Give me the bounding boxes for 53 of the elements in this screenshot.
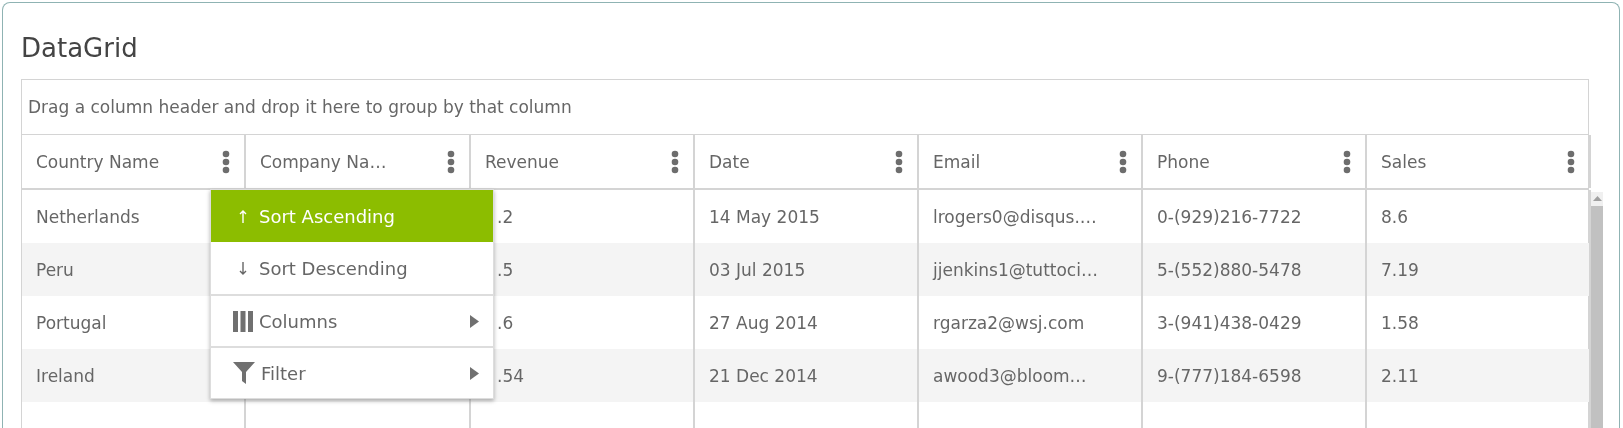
submenu-arrow-icon — [470, 314, 479, 328]
table-cell: awood3@bloom… — [933, 365, 1087, 386]
arrow-down-icon — [239, 261, 247, 275]
columns-icon — [233, 310, 253, 332]
table-cell: 5-(552)880-5478 — [1157, 259, 1302, 280]
table-cell: Ireland — [36, 365, 95, 386]
column-menu-icon[interactable] — [1567, 149, 1575, 174]
table-cell: 21 Dec 2014 — [709, 365, 818, 386]
table-cell: 03 Jul 2015 — [709, 259, 806, 280]
column-header[interactable]: Sales — [1367, 135, 1591, 188]
table-cell: 0-(929)216-7722 — [1157, 206, 1302, 227]
column-header-label: Phone — [1157, 151, 1210, 172]
table-cell: .5 — [497, 259, 514, 280]
group-panel: Drag a column header and drop it here to group by that column — [22, 80, 1588, 135]
column-header-label: Email — [933, 151, 981, 172]
table-cell: 3-(941)438-0429 — [1157, 312, 1302, 333]
filter-icon — [233, 362, 255, 384]
column-header[interactable]: Date — [695, 135, 919, 188]
column-menu-icon[interactable] — [1343, 149, 1351, 174]
column-menu-icon[interactable] — [222, 149, 230, 174]
table-cell: Portugal — [36, 312, 107, 333]
column-header[interactable]: Email — [919, 135, 1143, 188]
table-cell: jjenkins1@tuttoci… — [933, 259, 1098, 280]
column-header[interactable]: Phone — [1143, 135, 1367, 188]
menu-item[interactable]: Columns — [211, 294, 493, 346]
column-menu-icon[interactable] — [895, 149, 903, 174]
column-menu-icon[interactable] — [1119, 149, 1127, 174]
page-title: DataGrid — [21, 32, 139, 65]
table-cell: .2 — [497, 206, 514, 227]
table-cell: 9-(777)184-6598 — [1157, 365, 1302, 386]
submenu-arrow-icon — [470, 366, 479, 380]
table-cell: 2.11 — [1381, 365, 1419, 386]
table-cell: 7.19 — [1381, 259, 1419, 280]
column-menu-icon[interactable] — [671, 149, 679, 174]
arrow-up-icon — [239, 209, 247, 223]
column-header-label: Revenue — [485, 151, 560, 172]
table-cell: 14 May 2015 — [709, 206, 820, 227]
table-cell: .6 — [497, 312, 514, 333]
menu-item[interactable]: Filter — [211, 346, 493, 398]
column-header-label: Company Na… — [260, 151, 387, 172]
column-header-label: Country Name — [36, 151, 160, 172]
table-cell: lrogers0@disqus.… — [933, 206, 1097, 227]
table-cell: rgarza2@wsj.com — [933, 312, 1085, 333]
table-cell: 1.58 — [1381, 312, 1419, 333]
column-header-label: Sales — [1381, 151, 1427, 172]
table-cell: Netherlands — [36, 206, 140, 227]
table-cell: 8.6 — [1381, 206, 1409, 227]
table-cell: Peru — [36, 259, 74, 280]
menu-item[interactable]: Sort Descending — [211, 242, 493, 294]
table-cell: .54 — [497, 365, 525, 386]
table-cell: 27 Aug 2014 — [709, 312, 818, 333]
column-menu-icon[interactable] — [447, 149, 455, 174]
column-header-label: Date — [709, 151, 750, 172]
